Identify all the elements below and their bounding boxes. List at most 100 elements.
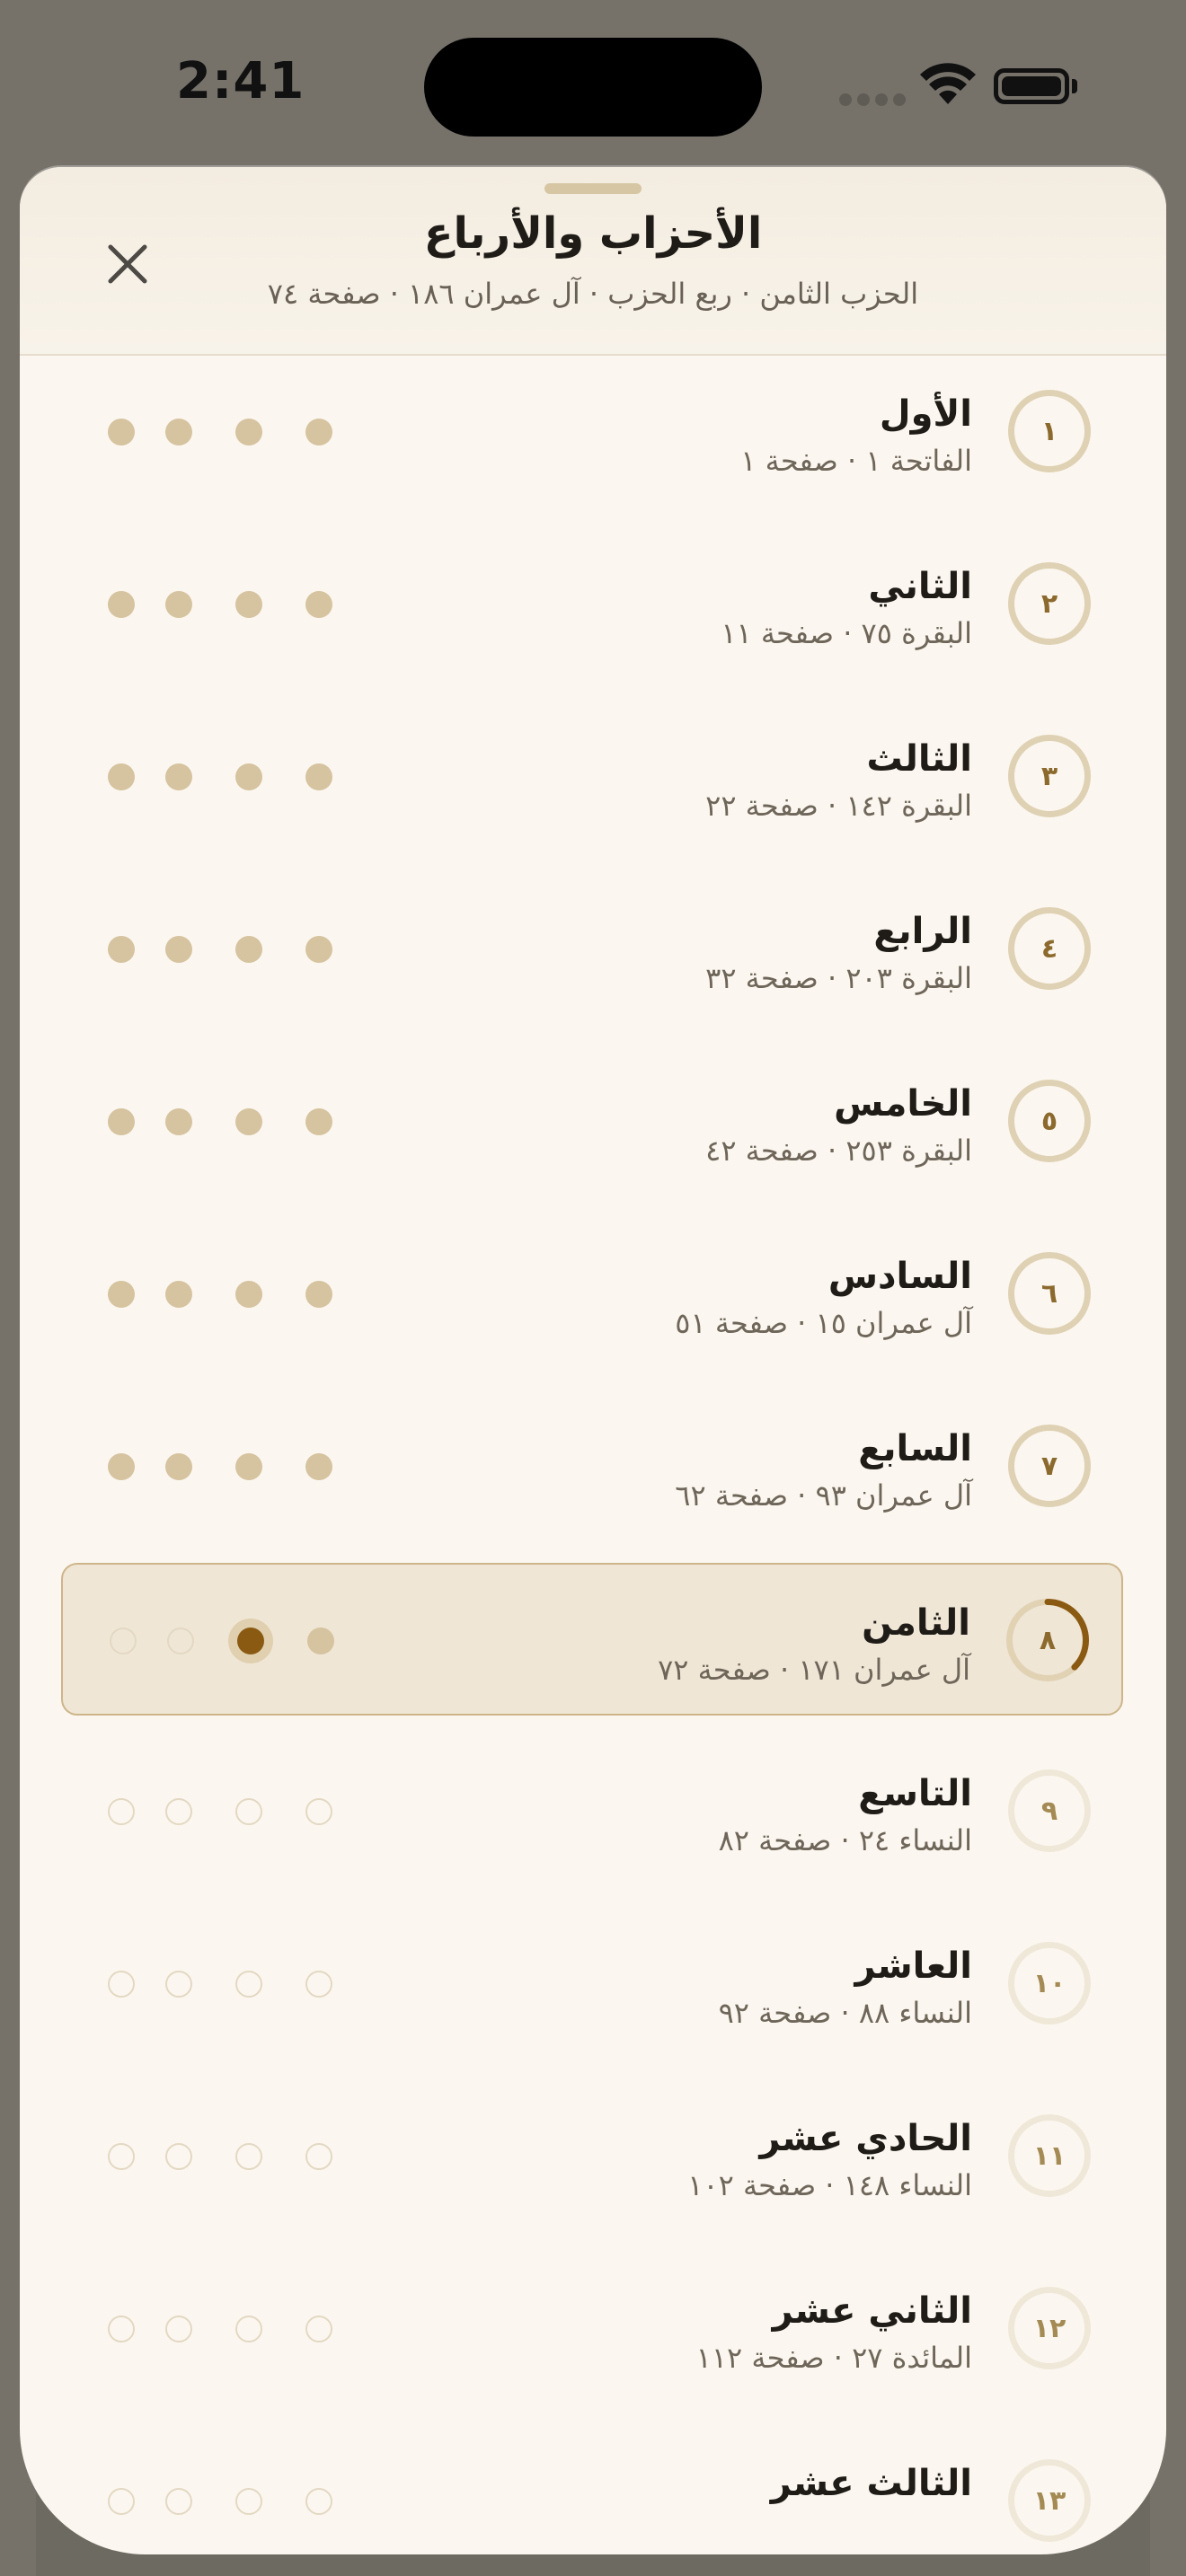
hizb-row[interactable]: ٥ الخامس البقرة ٢٥٣ · صفحة ٤٢ — [61, 1045, 1123, 1198]
quarter-dot[interactable] — [108, 2316, 135, 2342]
quarter-dot[interactable] — [108, 2488, 135, 2515]
quarter-dot[interactable] — [235, 936, 262, 963]
hizb-row[interactable]: ٦ السادس آل عمران ١٥ · صفحة ٥١ — [61, 1218, 1123, 1371]
quarter-dot[interactable] — [305, 419, 332, 446]
quarter-dot[interactable] — [108, 1281, 135, 1308]
quarter-dot[interactable] — [305, 763, 332, 790]
quarter-dot[interactable] — [108, 591, 135, 618]
hizb-row[interactable]: ٣ الثالث البقرة ١٤٢ · صفحة ٢٢ — [61, 701, 1123, 853]
quarter-dot[interactable] — [165, 763, 192, 790]
quarter-dot[interactable] — [235, 2316, 262, 2342]
hizb-number: ١١ — [1032, 2139, 1067, 2172]
quarter-dot[interactable] — [235, 1798, 262, 1825]
hizb-row[interactable]: ٨ الثامن آل عمران ١٧١ · صفحة ٧٢ — [61, 1563, 1123, 1716]
quarter-dot[interactable] — [165, 1971, 192, 1998]
quarter-indicators — [108, 1453, 377, 1482]
quarter-dot[interactable] — [165, 1108, 192, 1135]
quarter-dot[interactable] — [108, 1798, 135, 1825]
quarter-dot[interactable] — [305, 1281, 332, 1308]
hizb-start-detail: آل عمران ٩٣ · صفحة ٦٢ — [675, 1478, 972, 1513]
quarter-dot[interactable] — [165, 2488, 192, 2515]
quarter-indicators — [108, 1281, 377, 1310]
quarter-dot[interactable] — [108, 1971, 135, 1998]
hizb-row[interactable]: ١١ الحادي عشر النساء ١٤٨ · صفحة ١٠٢ — [61, 2080, 1123, 2233]
hizb-name: الثاني عشر — [772, 2290, 972, 2332]
quarter-dot[interactable] — [305, 1798, 332, 1825]
quarter-indicators — [108, 2488, 377, 2517]
quarter-dot[interactable] — [237, 1628, 264, 1654]
quarter-dot[interactable] — [235, 1971, 262, 1998]
quarter-dot[interactable] — [165, 1798, 192, 1825]
hizb-start-detail: البقرة ١٤٢ · صفحة ٢٢ — [705, 789, 972, 823]
hizb-number-badge: ٧ — [1008, 1425, 1091, 1507]
quarter-dot[interactable] — [235, 1453, 262, 1480]
hizb-name: الأول — [879, 393, 972, 435]
quarter-dot[interactable] — [108, 1453, 135, 1480]
hizb-number-badge: ٤ — [1008, 907, 1091, 990]
quarter-dot[interactable] — [165, 1453, 192, 1480]
hizb-number: ١٠ — [1032, 1967, 1067, 1999]
quarter-dot[interactable] — [235, 2143, 262, 2170]
quarter-dot[interactable] — [307, 1628, 334, 1654]
hizb-number: ٤ — [1040, 932, 1058, 965]
hizb-sheet: الأحزاب والأرباع الحزب الثامن · ربع الحز… — [20, 167, 1166, 2554]
hizb-number-badge: ٦ — [1008, 1252, 1091, 1335]
quarter-dot[interactable] — [108, 2143, 135, 2170]
hizb-name: الحادي عشر — [759, 2118, 972, 2159]
quarter-dot[interactable] — [305, 2488, 332, 2515]
quarter-dot[interactable] — [110, 1628, 137, 1654]
hizb-number-badge: ١١ — [1008, 2114, 1091, 2197]
hizb-row[interactable]: ١٠ العاشر النساء ٨٨ · صفحة ٩٢ — [61, 1908, 1123, 2060]
quarter-dot[interactable] — [165, 1281, 192, 1308]
quarter-dot[interactable] — [305, 936, 332, 963]
quarter-dot[interactable] — [235, 591, 262, 618]
hizb-start-detail: النساء ٨٨ · صفحة ٩٢ — [718, 1996, 972, 2030]
sheet-grabber[interactable] — [544, 183, 642, 194]
quarter-indicators — [108, 419, 377, 447]
quarter-indicators — [108, 936, 377, 965]
hizb-row[interactable]: ١ الأول الفاتحة ١ · صفحة ١ — [61, 356, 1123, 508]
hizb-row[interactable]: ١٢ الثاني عشر المائدة ٢٧ · صفحة ١١٢ — [61, 2253, 1123, 2405]
sheet-header: الأحزاب والأرباع الحزب الثامن · ربع الحز… — [20, 167, 1166, 356]
hizb-row[interactable]: ٩ التاسع النساء ٢٤ · صفحة ٨٢ — [61, 1735, 1123, 1888]
battery-cap — [1072, 79, 1077, 93]
quarter-dot[interactable] — [108, 1108, 135, 1135]
hizb-start-detail: آل عمران ١٥ · صفحة ٥١ — [675, 1306, 972, 1340]
quarter-dot[interactable] — [165, 419, 192, 446]
quarter-dot[interactable] — [235, 1281, 262, 1308]
quarter-dot[interactable] — [235, 2488, 262, 2515]
quarter-dot[interactable] — [305, 2143, 332, 2170]
hizb-number: ١٣ — [1032, 2484, 1067, 2517]
hizb-row[interactable]: ٢ الثاني البقرة ٧٥ · صفحة ١١ — [61, 528, 1123, 681]
quarter-indicators — [110, 1628, 379, 1656]
quarter-dot[interactable] — [165, 2316, 192, 2342]
quarter-dot[interactable] — [235, 1108, 262, 1135]
hizb-row[interactable]: ٤ الرابع البقرة ٢٠٣ · صفحة ٣٢ — [61, 873, 1123, 1026]
quarter-dot[interactable] — [167, 1628, 194, 1654]
quarter-dot[interactable] — [305, 2316, 332, 2342]
hizb-start-detail: البقرة ٧٥ · صفحة ١١ — [721, 616, 972, 650]
quarter-dot[interactable] — [235, 419, 262, 446]
quarter-dot[interactable] — [108, 763, 135, 790]
quarter-dot[interactable] — [108, 936, 135, 963]
quarter-dot[interactable] — [305, 1453, 332, 1480]
quarter-indicators — [108, 591, 377, 620]
quarter-dot[interactable] — [305, 1971, 332, 1998]
hizb-row[interactable]: ١٣ الثالث عشر — [61, 2425, 1123, 2554]
quarter-indicators — [108, 1798, 377, 1827]
hizb-number-badge: ٨ — [1006, 1599, 1089, 1681]
hizb-number-badge: ٢ — [1008, 562, 1091, 645]
quarter-dot[interactable] — [235, 763, 262, 790]
quarter-dot[interactable] — [165, 2143, 192, 2170]
hizb-number: ٣ — [1040, 760, 1058, 792]
hizb-row[interactable]: ٧ السابع آل عمران ٩٣ · صفحة ٦٢ — [61, 1390, 1123, 1543]
quarter-dot[interactable] — [108, 419, 135, 446]
quarter-dot[interactable] — [305, 591, 332, 618]
wifi-icon — [920, 63, 976, 104]
quarter-dot[interactable] — [165, 591, 192, 618]
quarter-dot[interactable] — [305, 1108, 332, 1135]
quarter-dot[interactable] — [165, 936, 192, 963]
hizb-name: الخامس — [834, 1083, 972, 1125]
hizb-start-detail: النساء ٢٤ · صفحة ٨٢ — [718, 1823, 972, 1857]
hizb-start-detail: الفاتحة ١ · صفحة ١ — [740, 444, 972, 478]
